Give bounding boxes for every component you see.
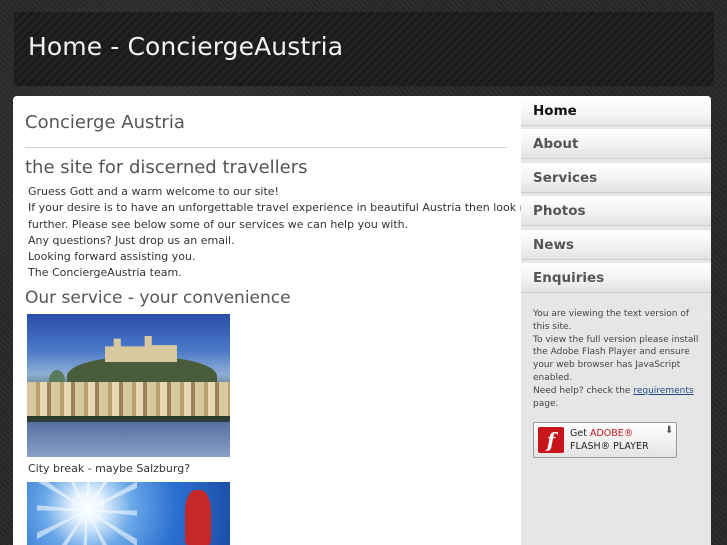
page-heading: Concierge Austria — [25, 112, 185, 133]
flash-icon: f — [538, 427, 564, 453]
tagline: the site for discerned travellers — [25, 157, 308, 178]
intro-line: Any questions? Just drop us an email. — [28, 233, 235, 247]
notice-line: To view the full version please install … — [533, 334, 699, 383]
notice-help: Need help? check the requirements page. — [533, 385, 703, 411]
flash-player-label: FLASH® PLAYER — [570, 441, 649, 452]
intro-text: Gruess Gott and a warm welcome to our si… — [28, 184, 521, 282]
help-suffix: page. — [533, 398, 559, 409]
nav-item-about[interactable]: About — [521, 129, 711, 159]
intro-line: If your desire is to have an unforgettab… — [28, 201, 521, 215]
nav-item-news[interactable]: News — [521, 230, 711, 260]
skier-shape — [185, 490, 211, 545]
intro-line: The ConciergeAustria team. — [28, 266, 182, 280]
flash-get-label: Get ADOBE® — [570, 428, 634, 439]
ski-photo — [27, 482, 230, 545]
help-prefix: Need help? check the — [533, 385, 631, 396]
main-content: Concierge Austria the site for discerned… — [13, 96, 521, 545]
photo-caption: City break - maybe Salzburg? — [28, 462, 191, 475]
sidebar: Home About Services Photos News Enquirie… — [521, 96, 711, 545]
get-flash-player-button[interactable]: f Get ADOBE® FLASH® PLAYER ⬇ — [533, 422, 677, 458]
site-title: Home - ConciergeAustria — [28, 32, 344, 61]
heading-divider — [25, 147, 507, 148]
section-heading: Our service - your convenience — [25, 288, 291, 308]
intro-line: Gruess Gott and a warm welcome to our si… — [28, 185, 279, 198]
nav-item-services[interactable]: Services — [521, 163, 711, 193]
intro-line: further. Please see below some of our se… — [28, 217, 409, 231]
nav-item-home[interactable]: Home — [521, 96, 711, 126]
nav-item-enquiries[interactable]: Enquiries — [521, 263, 711, 293]
intro-line: Looking forward assisting you. — [28, 250, 196, 264]
nav-item-photos[interactable]: Photos — [521, 196, 711, 226]
requirements-link[interactable]: requirements — [633, 386, 693, 396]
download-arrow-icon: ⬇ — [665, 425, 674, 436]
flash-notice: You are viewing the text version of this… — [533, 308, 703, 410]
fortress-shape — [105, 336, 177, 362]
notice-line: You are viewing the text version of this… — [533, 309, 690, 332]
salzburg-photo — [27, 314, 230, 457]
